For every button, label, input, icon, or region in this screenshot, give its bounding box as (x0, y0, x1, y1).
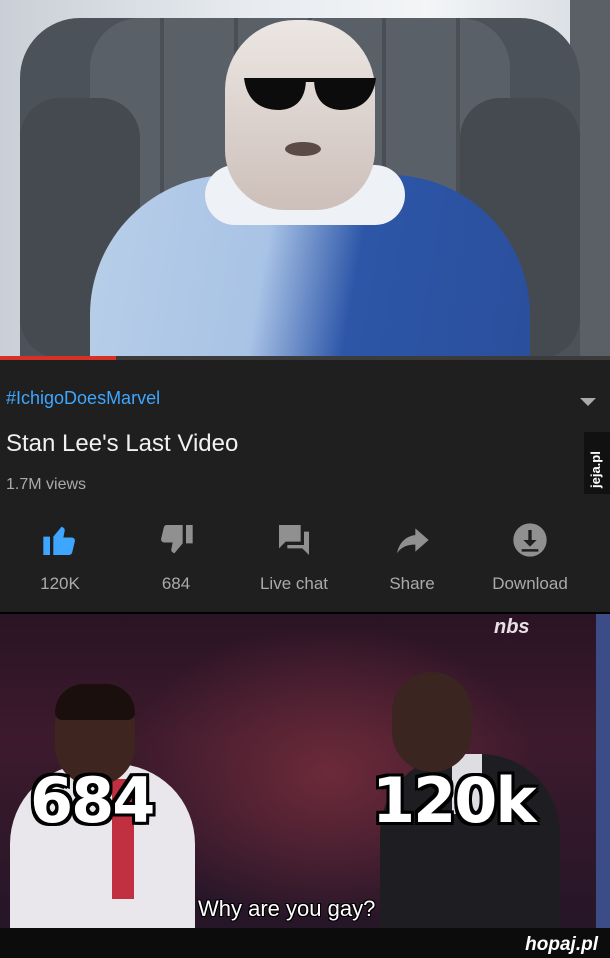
right-overlay-label: 120k (372, 764, 537, 837)
news-broadcast-image: nbs 684 120k Why are you gay? (0, 614, 610, 928)
download-icon (513, 523, 547, 557)
live-chat-button[interactable]: Live chat (234, 520, 354, 594)
like-count: 120K (40, 574, 80, 593)
channel-logo: nbs (494, 616, 530, 638)
share-arrow-icon (397, 528, 429, 554)
dislike-count: 684 (161, 574, 191, 593)
anchor-right-head (392, 672, 472, 772)
anchor-left-hair (55, 684, 135, 720)
video-info-panel: #IchigoDoesMarvel Stan Lee's Last Video … (0, 360, 610, 612)
watermark-logo: jeja.pl (584, 432, 610, 494)
watermark-text: jeja.pl (588, 451, 603, 488)
download-button[interactable]: Download (470, 520, 590, 594)
download-label: Download (492, 574, 568, 593)
video-frame[interactable] (0, 0, 610, 358)
live-chat-label: Live chat (259, 574, 329, 593)
live-chat-icon (279, 525, 309, 555)
sunglasses-icon (244, 78, 376, 110)
subtitle-caption: Why are you gay? (198, 896, 376, 921)
studio-stripe (596, 614, 610, 928)
video-title: Stan Lee's Last Video (6, 430, 239, 457)
footer-bar: hopaj.pl (0, 928, 610, 958)
hashtag-link[interactable]: #IchigoDoesMarvel (6, 388, 160, 409)
dislike-button[interactable]: 684 (116, 520, 236, 594)
expand-description-icon[interactable] (580, 398, 596, 406)
site-brand[interactable]: hopaj.pl (525, 934, 598, 956)
like-button[interactable]: 120K (0, 520, 120, 594)
view-count: 1.7M views (6, 476, 87, 493)
head (225, 20, 375, 210)
thumbs-down-icon (161, 525, 193, 554)
share-button[interactable]: Share (352, 520, 472, 594)
action-bar: 120K 684 Live chat Share Download (0, 520, 610, 600)
mouth (285, 142, 321, 156)
left-overlay-label: 684 (30, 764, 155, 837)
thumbs-up-icon (43, 526, 75, 555)
share-label: Share (389, 574, 435, 593)
